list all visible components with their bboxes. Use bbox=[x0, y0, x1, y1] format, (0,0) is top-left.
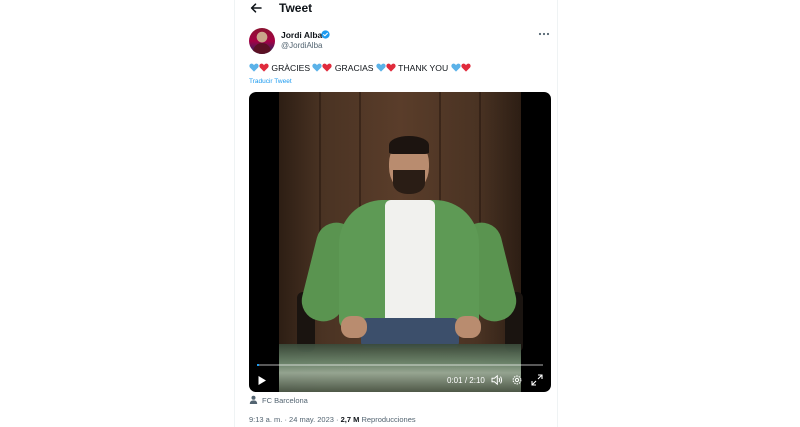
tweet-segment-3: THANK YOU bbox=[398, 63, 449, 73]
more-horizontal-icon[interactable] bbox=[537, 30, 551, 38]
video-progress-bar[interactable] bbox=[257, 364, 543, 366]
tweet-column: Tweet Jordi Alba @JordiAlba GRÀCIES GRAC… bbox=[234, 0, 558, 427]
red-heart-icon bbox=[460, 63, 471, 72]
person-place-icon bbox=[249, 395, 258, 404]
blue-heart-icon bbox=[312, 63, 323, 72]
tweet-header: Tweet bbox=[235, 0, 559, 18]
blue-heart-icon bbox=[376, 63, 386, 72]
time-separator: / bbox=[464, 376, 468, 385]
person-hand bbox=[455, 316, 481, 338]
person-beard bbox=[393, 170, 425, 194]
location-label[interactable]: FC Barcelona bbox=[262, 396, 308, 405]
red-heart-icon bbox=[386, 63, 396, 72]
blue-heart-icon bbox=[249, 63, 259, 72]
person-hand bbox=[341, 316, 367, 338]
tweet-meta: 9:13 a. m. · 24 may. 2023 · 2,7 M Reprod… bbox=[249, 415, 416, 424]
avatar-figure bbox=[253, 43, 271, 54]
tweet-time[interactable]: 9:13 a. m. bbox=[249, 415, 282, 424]
fullscreen-icon[interactable] bbox=[531, 374, 543, 386]
video-progress-fill bbox=[257, 364, 259, 366]
translate-tweet-link[interactable]: Traducir Tweet bbox=[249, 78, 292, 85]
settings-icon[interactable] bbox=[511, 374, 523, 386]
current-time: 0:01 bbox=[447, 376, 463, 385]
tweet-text: GRÀCIES GRACIAS THANK YOU bbox=[249, 63, 471, 73]
red-heart-icon bbox=[259, 63, 269, 72]
views-label: Reproducciones bbox=[361, 415, 416, 424]
video-time-readout: 0:01 / 2:10 bbox=[447, 376, 485, 385]
page-title: Tweet bbox=[279, 1, 313, 15]
avatar[interactable] bbox=[249, 28, 275, 54]
back-arrow-icon[interactable] bbox=[249, 1, 263, 15]
person-shirt bbox=[385, 200, 435, 320]
volume-icon[interactable] bbox=[491, 374, 503, 386]
tweet-segment-2: GRACIAS bbox=[334, 63, 374, 73]
red-heart-icon bbox=[322, 63, 333, 72]
views-count: 2,7 M bbox=[340, 415, 360, 424]
video-frame bbox=[279, 92, 523, 392]
author-name[interactable]: Jordi Alba bbox=[281, 30, 322, 40]
author-handle[interactable]: @JordiAlba bbox=[281, 41, 322, 50]
verified-badge-icon bbox=[321, 30, 330, 39]
play-icon[interactable] bbox=[257, 375, 267, 386]
tweet-date[interactable]: 24 may. 2023 bbox=[289, 415, 334, 424]
duration: 2:10 bbox=[469, 376, 485, 385]
tweet-segment-1: GRÀCIES bbox=[271, 63, 311, 73]
person-hair bbox=[389, 136, 429, 154]
video-player[interactable]: 0:01 / 2:10 bbox=[249, 92, 551, 392]
blue-heart-icon bbox=[450, 63, 461, 72]
